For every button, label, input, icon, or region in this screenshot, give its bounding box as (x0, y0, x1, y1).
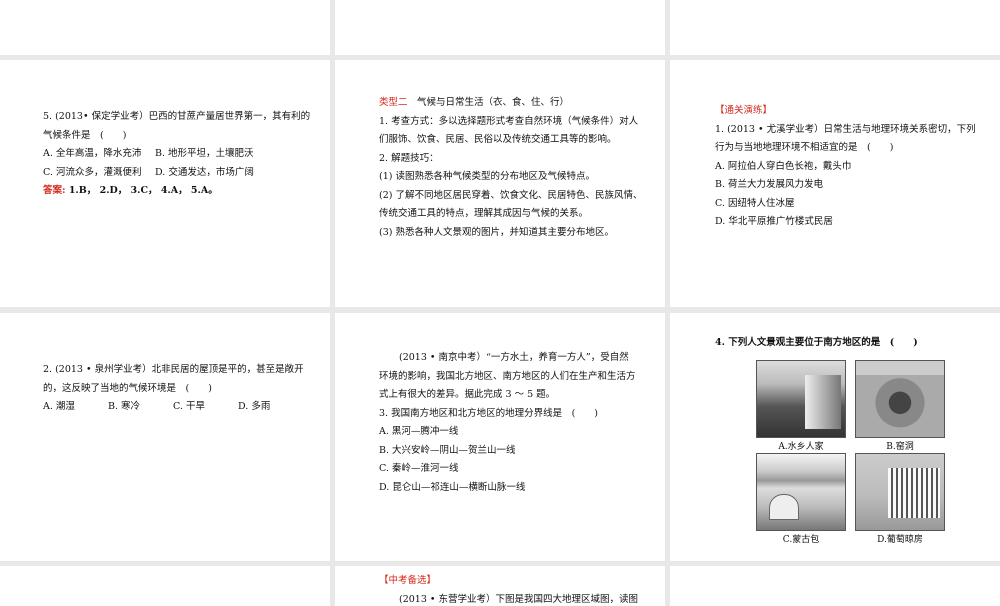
body-line: 2. 解题技巧： (379, 150, 642, 169)
image-caption: A.水乡人家 (756, 439, 846, 452)
slide-thumbnail-backup[interactable]: 【中考备选】 (2013 • 东营学业考）下图是我国四大地理区域图，读图 (335, 566, 665, 606)
question-text: 1. (2013 • 尤溪学业考）日常生活与地理环境关系密切，下列 (715, 121, 976, 140)
intro-text: 式上有很大的差异。据此完成 3 ～ 5 题。 (379, 386, 636, 405)
yurt-image (756, 453, 846, 531)
option-a: A. 全年高温，降水充沛 (43, 145, 155, 164)
body-line: (3) 熟悉各种人文景观的图片，并知道其主要分布地区。 (379, 224, 642, 243)
option-a: A. 黑河—腾冲一线 (379, 423, 636, 442)
intro-text: 环境的影响，我国北方地区、南方地区的人们在生产和生活方 (379, 368, 636, 387)
answer-text: 1.B， 2.D， 3.C， 4.A， 5.A。 (66, 185, 218, 196)
option-c: C. 因纽特人住冰屋 (715, 195, 976, 214)
slide-thumbnail-practice[interactable]: 【通关演练】 1. (2013 • 尤溪学业考）日常生活与地理环境关系密切，下列… (670, 60, 1000, 307)
question-text: 5. (2013• 保定学业考）巴西的甘蔗产量居世界第一，其有利的 (43, 108, 310, 127)
question-text: 4. 下列人文景观主要位于南方地区的是 ( ) (715, 334, 918, 353)
answer-label: 答案: (43, 185, 66, 196)
type-label: 类型二 (379, 97, 408, 108)
option-d: D. 多雨 (238, 401, 270, 412)
slide-thumbnail-type2[interactable]: 类型二 气候与日常生活（衣、食、住、行） 1. 考查方式：多以选择题形式考查自然… (335, 60, 665, 307)
body-line: 1. 考查方式：多以选择题形式考查自然环境（气候条件）对人 (379, 113, 642, 132)
section-heading: 【中考备选】 (379, 572, 638, 591)
question-text: 气候条件是 ( ) (43, 127, 310, 146)
intro-text: (2013 • 东营学业考）下图是我国四大地理区域图，读图 (379, 591, 638, 606)
option-d: D. 昆仑山—祁连山—横断山脉一线 (379, 479, 636, 498)
image-caption: D.葡萄晾房 (855, 532, 945, 545)
slide-thumbnail[interactable] (670, 566, 1000, 606)
body-line: (1) 读图熟悉各种气候类型的分布地区及气候特点。 (379, 168, 642, 187)
question-text: 的，这反映了当地的气候环境是 ( ) (43, 380, 304, 399)
option-b: B. 寒冷 (108, 398, 173, 417)
option-d: D. 华北平原推广竹楼式民居 (715, 213, 976, 232)
body-line: (2) 了解不同地区居民穿着、饮食文化、民居特色、民族风情、 (379, 187, 642, 206)
option-c: C. 秦岭—淮河一线 (379, 460, 636, 479)
body-line: 传统交通工具的特点，理解其成因与气候的关系。 (379, 205, 642, 224)
option-a: A. 潮湿 (43, 398, 108, 417)
type-title: 气候与日常生活（衣、食、住、行） (408, 97, 570, 108)
slide-thumbnail[interactable] (335, 0, 665, 55)
option-d: D. 交通发达，市场广阔 (155, 167, 254, 178)
question-text: 行为与当地地理环境不相适宜的是 ( ) (715, 139, 976, 158)
water-town-image (756, 360, 846, 438)
grape-drying-house-image (855, 453, 945, 531)
option-c: C. 干旱 (173, 398, 238, 417)
option-a: A. 阿拉伯人穿白色长袍，戴头巾 (715, 158, 976, 177)
option-b: B. 大兴安岭—阴山—贺兰山一线 (379, 442, 636, 461)
slide-thumbnail-q2[interactable]: 2. (2013 • 泉州学业考）北非民居的屋顶是平的，甚至是敞开 的，这反映了… (0, 313, 330, 561)
body-line: 们服饰、饮食、民居、民俗以及传统交通工具等的影响。 (379, 131, 642, 150)
cave-dwelling-image (855, 360, 945, 438)
slide-thumbnail[interactable] (670, 0, 1000, 55)
image-caption: B.窑洞 (855, 439, 945, 452)
slide-thumbnail[interactable] (0, 566, 330, 606)
option-b: B. 荷兰大力发展风力发电 (715, 176, 976, 195)
option-c: C. 河流众多，灌溉便利 (43, 164, 155, 183)
slide-thumbnail[interactable] (0, 0, 330, 55)
slide-thumbnail-q4[interactable]: 4. 下列人文景观主要位于南方地区的是 ( ) A.水乡人家 B.窑洞 C.蒙古… (670, 313, 1000, 561)
slide-thumbnail-q3[interactable]: (2013 • 南京中考）“一方水土，养育一方人”，受自然 环境的影响，我国北方… (335, 313, 665, 561)
option-b: B. 地形平坦，土壤肥沃 (155, 148, 254, 159)
section-heading: 【通关演练】 (715, 102, 976, 121)
question-text: 3. 我国南方地区和北方地区的地理分界线是 ( ) (379, 405, 636, 424)
slide-thumbnail-q5[interactable]: 5. (2013• 保定学业考）巴西的甘蔗产量居世界第一，其有利的 气候条件是 … (0, 60, 330, 307)
intro-text: (2013 • 南京中考）“一方水土，养育一方人”，受自然 (379, 349, 636, 368)
question-text: 2. (2013 • 泉州学业考）北非民居的屋顶是平的，甚至是敞开 (43, 361, 304, 380)
image-caption: C.蒙古包 (756, 532, 846, 545)
